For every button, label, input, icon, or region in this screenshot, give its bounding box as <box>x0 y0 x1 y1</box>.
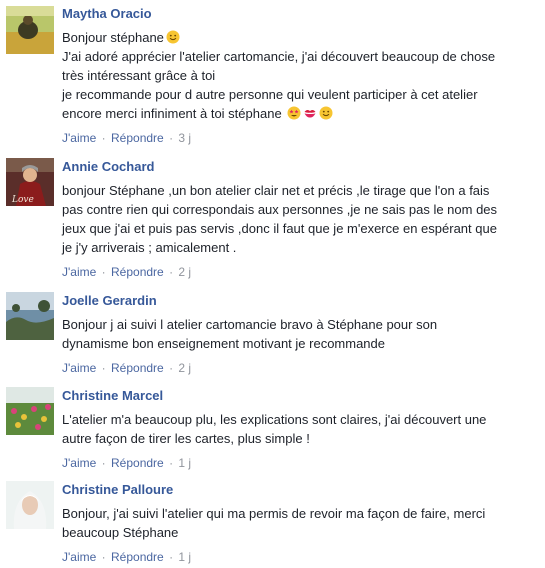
separator: · <box>169 361 174 375</box>
comment-author[interactable]: Christine Palloure <box>62 482 540 498</box>
smiling-face-emoji <box>319 106 333 120</box>
like-link[interactable]: J'aime <box>62 131 96 145</box>
avatar[interactable] <box>6 481 54 529</box>
timestamp[interactable]: 2 j <box>178 265 191 279</box>
comment-text: Bonjour stéphane J'ai adoré apprécier l'… <box>62 28 540 123</box>
avatar[interactable] <box>6 6 54 54</box>
separator: · <box>101 265 106 279</box>
comment-text: Bonjour, j'ai suivi l'atelier qui ma per… <box>62 504 540 542</box>
reply-link[interactable]: Répondre <box>111 265 164 279</box>
kiss-mark-emoji <box>304 109 316 118</box>
separator: · <box>101 456 106 470</box>
comment-line: je recommande pour d autre personne qui … <box>62 87 478 102</box>
star-struck-emoji <box>287 106 301 120</box>
like-link[interactable]: J'aime <box>62 361 96 375</box>
timestamp[interactable]: 3 j <box>178 131 191 145</box>
comment-line: jeux que j'ai et puis pas servis ,donc i… <box>62 221 497 236</box>
comment-text: Bonjour j ai suivi l atelier cartomancie… <box>62 315 540 353</box>
avatar-caption: Love <box>11 195 34 205</box>
reply-link[interactable]: Répondre <box>111 131 164 145</box>
comment-line: dynamisme bon enseignement motivant je r… <box>62 336 386 351</box>
separator: · <box>169 131 174 145</box>
separator: · <box>101 361 106 375</box>
comment-line: pas contre rien qui correspondais aux pe… <box>62 202 498 217</box>
separator: · <box>169 456 174 470</box>
comment-line: Bonjour, j'ai suivi l'atelier qui ma per… <box>62 506 486 521</box>
comment-line: je j'y arriverais ; amicalement . <box>62 240 237 255</box>
like-link[interactable]: J'aime <box>62 456 96 470</box>
comment-author[interactable]: Annie Cochard <box>62 159 540 175</box>
comment-line: encore merci infiniment à toi stéphane <box>62 104 540 123</box>
comment-line: bonjour Stéphane ,un bon atelier clair n… <box>62 183 490 198</box>
comment-line: Bonjour stéphane <box>62 28 540 47</box>
avatar[interactable] <box>6 292 54 340</box>
comment-line: beaucoup Stéphane <box>62 525 179 540</box>
comment-actions: J'aime · Répondre · 2 j <box>62 360 540 376</box>
comment-actions: J'aime · Répondre · 3 j <box>62 130 540 146</box>
comment-text: bonjour Stéphane ,un bon atelier clair n… <box>62 181 540 257</box>
separator: · <box>101 550 106 564</box>
like-link[interactable]: J'aime <box>62 550 96 564</box>
timestamp[interactable]: 1 j <box>178 550 191 564</box>
comment-line: L'atelier m'a beaucoup plu, les explicat… <box>62 412 487 427</box>
smiling-face-emoji <box>166 30 180 44</box>
avatar[interactable] <box>6 387 54 435</box>
comment-actions: J'aime · Répondre · 1 j <box>62 455 540 471</box>
separator: · <box>169 265 174 279</box>
timestamp[interactable]: 2 j <box>178 361 191 375</box>
avatar[interactable]: Love <box>6 158 54 206</box>
comment-author[interactable]: Joelle Gerardin <box>62 293 540 309</box>
reply-link[interactable]: Répondre <box>111 550 164 564</box>
reply-link[interactable]: Répondre <box>111 456 164 470</box>
comment-actions: J'aime · Répondre · 1 j <box>62 549 540 565</box>
comment-text: L'atelier m'a beaucoup plu, les explicat… <box>62 410 540 448</box>
comment-author[interactable]: Maytha Oracio <box>62 6 540 22</box>
comment-author[interactable]: Christine Marcel <box>62 388 540 404</box>
timestamp[interactable]: 1 j <box>178 456 191 470</box>
separator: · <box>169 550 174 564</box>
comment-line: J'ai adoré apprécier l'atelier cartomanc… <box>62 49 496 64</box>
like-link[interactable]: J'aime <box>62 265 96 279</box>
comment-line: très intéressant grâce à toi <box>62 68 216 83</box>
comment-line: autre façon de tirer les cartes, plus si… <box>62 431 310 446</box>
comment-actions: J'aime · Répondre · 2 j <box>62 264 540 280</box>
comment-line: Bonjour j ai suivi l atelier cartomancie… <box>62 317 438 332</box>
reply-link[interactable]: Répondre <box>111 361 164 375</box>
separator: · <box>101 131 106 145</box>
